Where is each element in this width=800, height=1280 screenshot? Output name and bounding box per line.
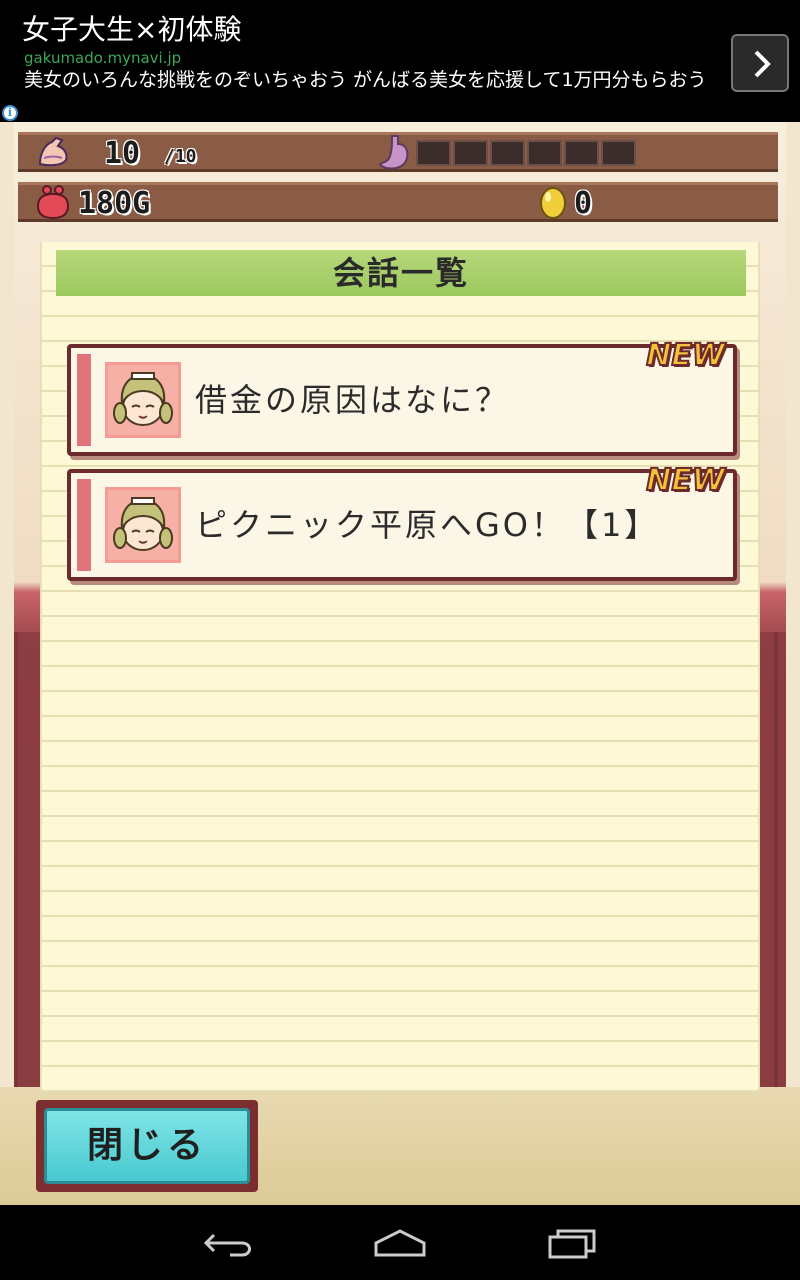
recent-apps-icon[interactable] bbox=[542, 1223, 602, 1263]
new-badge: NEW bbox=[645, 462, 726, 499]
stomach-icon bbox=[378, 135, 409, 170]
character-face-icon bbox=[113, 497, 173, 551]
conversation-item[interactable]: ピクニック平原へGO！【1】 NEW bbox=[67, 462, 737, 581]
dialog-header: 会話一覧 bbox=[56, 250, 746, 296]
conversation-label: ピクニック平原へGO！【1】 bbox=[195, 506, 660, 544]
game-screen: 10 /10 180G 0 会話一覧 借金の原因はなに？ NEW ピクニック平原… bbox=[0, 122, 800, 1205]
ad-description[interactable]: 美女のいろんな挑戦をのぞいちゃおう がんばる美女を応援して1万円分もらおう bbox=[24, 68, 724, 92]
hunger-cell bbox=[416, 140, 451, 166]
item-stripe bbox=[77, 479, 91, 571]
character-portrait bbox=[105, 362, 181, 438]
flexed-arm-icon bbox=[38, 136, 68, 167]
dialog-title: 会話一覧 bbox=[332, 254, 469, 292]
character-portrait bbox=[105, 487, 181, 563]
back-icon[interactable] bbox=[200, 1223, 260, 1263]
stamina-max: /10 bbox=[164, 146, 197, 167]
hunger-cell bbox=[564, 140, 599, 166]
coin-purse-icon bbox=[36, 185, 70, 220]
conversation-list-dialog: 会話一覧 借金の原因はなに？ NEW ピクニック平原へGO！【1】 NEW bbox=[40, 242, 760, 1092]
egg-value: 0 bbox=[574, 186, 593, 221]
hunger-meter bbox=[416, 140, 636, 166]
conversation-label: 借金の原因はなに？ bbox=[195, 381, 511, 419]
close-button[interactable]: 閉じる bbox=[44, 1108, 250, 1184]
hunger-cell bbox=[601, 140, 636, 166]
new-badge: NEW bbox=[645, 337, 726, 374]
gold-value: 180G bbox=[78, 186, 151, 221]
character-face-icon bbox=[113, 372, 173, 426]
item-stripe bbox=[77, 354, 91, 446]
hunger-cell bbox=[453, 140, 488, 166]
hunger-cell bbox=[527, 140, 562, 166]
home-icon[interactable] bbox=[370, 1223, 430, 1263]
ad-title[interactable]: 女子大生×初体験 bbox=[22, 8, 241, 48]
system-navigation-bar bbox=[0, 1205, 800, 1280]
golden-egg-icon bbox=[540, 187, 566, 219]
chevron-right-icon bbox=[754, 50, 771, 78]
ad-url[interactable]: gakumado.mynavi.jp bbox=[24, 49, 181, 67]
conversation-item[interactable]: 借金の原因はなに？ NEW bbox=[67, 337, 737, 456]
close-button-frame: 閉じる bbox=[36, 1100, 258, 1192]
ad-banner[interactable]: 女子大生×初体験 gakumado.mynavi.jp 美女のいろんな挑戦をのぞ… bbox=[0, 0, 800, 122]
ad-next-button[interactable] bbox=[731, 34, 789, 92]
stamina-value: 10 bbox=[104, 136, 141, 171]
ad-info-icon[interactable]: i bbox=[2, 105, 18, 121]
hunger-cell bbox=[490, 140, 525, 166]
